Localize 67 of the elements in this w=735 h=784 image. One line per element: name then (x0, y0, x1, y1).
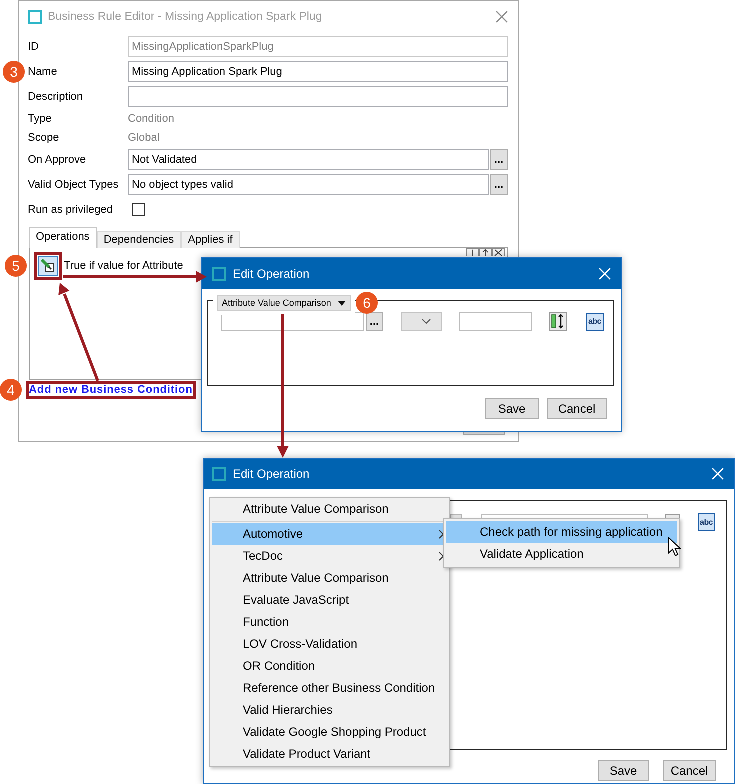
text-field[interactable] (221, 312, 364, 331)
text-mode-button[interactable]: abc (698, 513, 715, 531)
menu-item[interactable]: Evaluate JavaScript (212, 589, 447, 611)
step-marker: 5 (5, 255, 27, 277)
menu-item[interactable]: LOV Cross-Validation (212, 633, 447, 655)
pencil-icon[interactable] (38, 256, 58, 276)
cancel-button[interactable]: Cancel (547, 398, 607, 419)
partly-hidden-button[interactable] (463, 432, 505, 435)
browse-button[interactable]: ... (366, 312, 383, 331)
window-icon (212, 467, 226, 481)
menu-item[interactable]: Valid Hierarchies (212, 699, 447, 721)
field-value: Global (128, 132, 160, 144)
text-field[interactable]: No object types valid (128, 174, 489, 195)
field-label: Description (28, 90, 84, 102)
window-title: Edit Operation (233, 266, 310, 280)
chevron-icon (422, 319, 431, 324)
field-label: Run as privileged (28, 204, 114, 216)
tab[interactable]: Applies if (181, 231, 240, 248)
text-field[interactable]: Missing Application Spark Plug (128, 61, 508, 82)
cross-icon[interactable] (492, 248, 505, 256)
field-label: On Approve (28, 154, 88, 166)
caret-icon (338, 300, 346, 306)
text-mode-button[interactable]: abc (586, 312, 604, 330)
menu-item[interactable]: Function (212, 611, 447, 633)
browse-button[interactable]: ... (490, 149, 508, 170)
dropdown-field[interactable] (401, 312, 442, 331)
add-condition-link[interactable]: Add new Business Condition (29, 384, 193, 396)
save-button[interactable]: Save (485, 398, 539, 419)
text-field[interactable]: Not Validated (128, 149, 489, 170)
close-icon (496, 10, 508, 22)
field-label: Name (28, 66, 58, 78)
mouse-cursor-icon (668, 537, 682, 557)
menu-item[interactable]: TecDoc (212, 545, 447, 567)
operation-label: True if value for Attribute (64, 260, 184, 272)
window-icon (212, 266, 226, 280)
step-marker: 4 (0, 379, 22, 401)
menu-item[interactable]: OR Condition (212, 655, 447, 677)
window-title: Business Rule Editor - Missing Application Spark Plug (48, 10, 322, 22)
checkbox[interactable] (132, 203, 145, 216)
menu-item[interactable]: Attribute Value Comparison (212, 498, 447, 520)
save-button[interactable]: Save (598, 760, 649, 781)
tab[interactable]: Operations (29, 227, 97, 248)
menu-item[interactable]: Check path for missing application (446, 521, 677, 543)
text-field[interactable] (459, 312, 532, 331)
field-label: Type (28, 112, 53, 124)
field-label: ID (28, 40, 40, 52)
browse-button[interactable]: ... (490, 174, 508, 195)
tab[interactable]: Dependencies (96, 231, 182, 248)
bar-icon[interactable] (466, 248, 479, 256)
up-arrow-icon[interactable] (479, 248, 492, 256)
menu-item[interactable]: Validate Product Variant (212, 743, 447, 765)
menu-item[interactable]: Attribute Value Comparison (212, 567, 447, 589)
text-field[interactable] (128, 86, 508, 107)
menu-item[interactable]: Validate Google Shopping Product (212, 721, 447, 743)
step-marker: 6 (356, 292, 378, 314)
close-icon (599, 268, 611, 280)
menu-item[interactable]: Reference other Business Condition (212, 677, 447, 699)
cancel-button[interactable]: Cancel (663, 760, 716, 781)
field-label: Scope (28, 132, 60, 144)
window-title: Edit Operation (233, 467, 310, 481)
window-icon (28, 10, 42, 24)
field-label: Valid Object Types (28, 178, 120, 190)
field-value: Condition (128, 112, 174, 124)
operation-type-dropdown[interactable]: Attribute Value Comparison (217, 295, 351, 311)
close-icon (712, 468, 724, 480)
close-button[interactable] (496, 10, 508, 22)
step-marker: 3 (3, 61, 25, 83)
